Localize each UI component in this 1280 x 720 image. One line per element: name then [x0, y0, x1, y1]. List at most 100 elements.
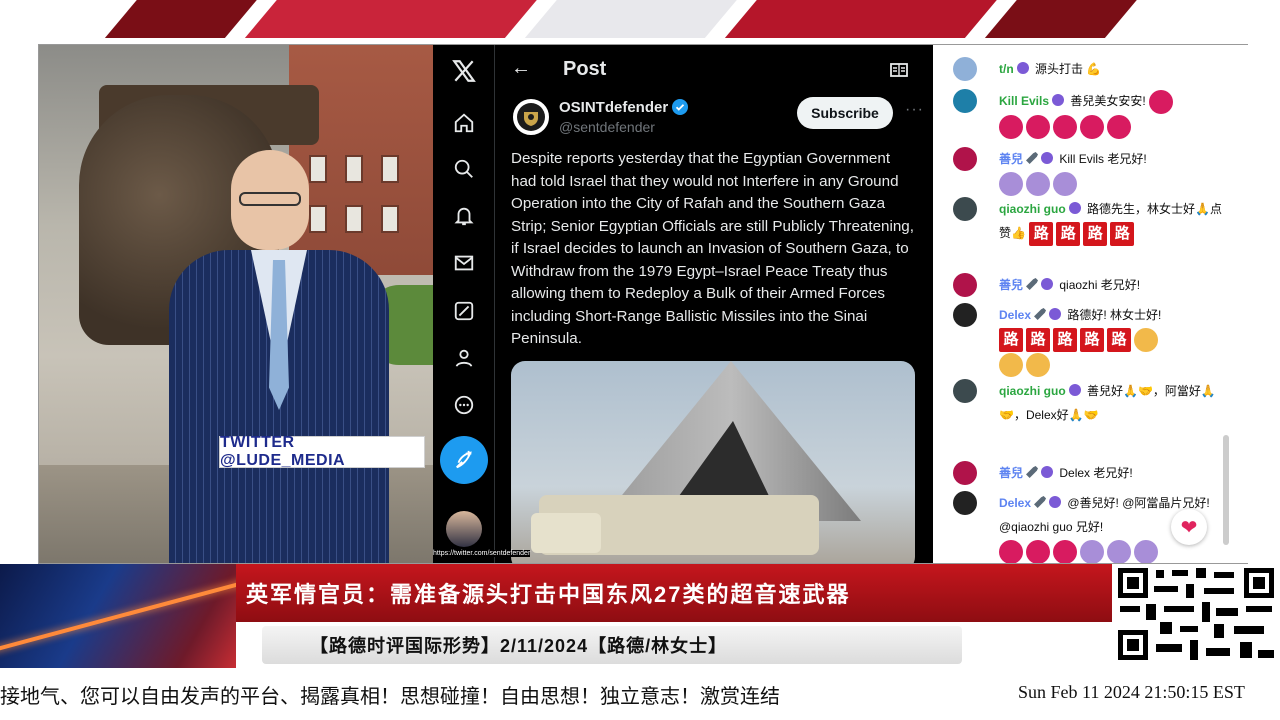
chat-message: Kill Evils 善兒美女安安! — [953, 89, 1233, 139]
chat-text: 路德好! 林女士好! — [1067, 308, 1162, 322]
chat-message: 善兒 Kill Evils 老兄好! — [953, 147, 1233, 197]
moderator-wrench-icon — [1026, 278, 1039, 290]
member-badge-icon — [1016, 62, 1029, 74]
chat-text: 源头打击 💪 — [1035, 62, 1102, 76]
chat-text: 善兒美女安安! — [1070, 94, 1146, 108]
avatar — [953, 461, 977, 485]
member-badge-icon — [1049, 496, 1062, 508]
lu-emoji: 路 — [1080, 327, 1104, 352]
live-chat: t/n 源头打击 💪 Kill Evils 善兒美女安安! 善兒 Kill Ev… — [933, 45, 1249, 563]
moderator-wrench-icon — [1034, 496, 1047, 508]
chat-text: Kill Evils 老兄好! — [1059, 152, 1147, 166]
member-badge-icon — [1052, 94, 1065, 106]
more-options-icon[interactable]: ··· — [905, 101, 924, 119]
grok-icon[interactable] — [448, 295, 480, 327]
verified-badge-icon — [672, 99, 689, 115]
chat-text: qiaozhi 老兄好! — [1059, 278, 1141, 292]
back-arrow-icon[interactable]: ← — [511, 57, 531, 80]
chat-author[interactable]: t/n — [999, 62, 1014, 76]
member-badge-icon — [1068, 384, 1081, 396]
mail-icon[interactable] — [448, 247, 480, 279]
moderator-wrench-icon — [1026, 152, 1039, 164]
reader-mode-icon[interactable] — [889, 60, 909, 80]
chat-author[interactable]: Delex — [999, 308, 1031, 322]
chat-message: Delex 路德好! 林女士好! 路路路路路 — [953, 303, 1233, 377]
video-frame: TWITTER @LUDE_MEDIA ← Post OSINTdefender… — [38, 44, 1249, 564]
heart-reaction-button[interactable]: ❤ — [1171, 509, 1207, 545]
x-post-content: ← Post OSINTdefender @sentdefender Subsc… — [495, 45, 933, 563]
avatar — [953, 57, 977, 81]
show-thumbnail — [0, 564, 266, 668]
avatar — [953, 303, 977, 327]
lu-emoji: 路 — [1110, 221, 1135, 246]
avatar — [953, 197, 977, 221]
chat-author[interactable]: Kill Evils — [999, 94, 1049, 108]
top-banner — [0, 0, 1280, 38]
author-name[interactable]: OSINTdefender — [559, 99, 689, 116]
heart-icon: ❤ — [1180, 516, 1198, 539]
member-badge-icon — [1041, 278, 1054, 290]
member-badge-icon — [1041, 152, 1054, 164]
avatar — [953, 379, 977, 403]
lu-emoji: 路 — [999, 327, 1023, 352]
lower-third: 英军情官员：需准备源头打击中国东风27类的超音速武器 【路德时评国际形势】2/1… — [0, 564, 1280, 668]
author-avatar[interactable] — [511, 97, 551, 137]
chat-message: qiaozhi guo 善兒好🙏🤝，阿當好🙏🤝，Delex好🙏🤝 — [953, 379, 1233, 453]
camera-feed: TWITTER @LUDE_MEDIA — [39, 45, 433, 563]
x-post-panel: ← Post OSINTdefender @sentdefender Subsc… — [433, 45, 933, 563]
compose-button[interactable] — [440, 436, 488, 484]
post-header: ← Post — [495, 45, 933, 95]
ticker-text: 接地气、您可以自由发声的平台、揭露真相！思想碰撞！自由思想！独立意志！激赏连结 — [0, 686, 780, 708]
avatar — [953, 147, 977, 171]
avatar — [953, 273, 977, 297]
member-badge-icon — [1041, 466, 1054, 478]
broadcast-clock: Sun Feb 11 2024 21:50:15 EST — [1018, 682, 1245, 702]
page-title: Post — [563, 58, 607, 80]
chat-text: Delex 老兄好! — [1059, 466, 1133, 480]
author-name-text: OSINTdefender — [559, 99, 669, 116]
avatar — [953, 491, 977, 515]
author-handle[interactable]: @sentdefender — [559, 119, 655, 135]
avatar — [953, 89, 977, 113]
presenter — [169, 150, 389, 563]
chat-author[interactable]: qiaozhi guo — [999, 202, 1066, 216]
profile-icon[interactable] — [448, 342, 480, 374]
lu-emoji: 路 — [1056, 221, 1081, 246]
chat-author[interactable]: qiaozhi guo — [999, 384, 1066, 398]
headline-bar: 英军情官员：需准备源头打击中国东风27类的超音速武器 — [236, 564, 1112, 622]
chat-author[interactable]: 善兒 — [999, 278, 1023, 292]
post-text: Despite reports yesterday that the Egypt… — [511, 150, 914, 347]
lu-emoji: 路 — [1026, 327, 1050, 352]
chat-author[interactable]: Delex — [999, 496, 1031, 510]
chat-message: 善兒 Delex 老兄好! — [953, 461, 1233, 485]
subtitle-bar: 【路德时评国际形势】2/11/2024【路德/林女士】 — [262, 626, 962, 664]
chat-message: 善兒 qiaozhi 老兄好! — [953, 273, 1233, 297]
member-badge-icon — [1049, 308, 1062, 320]
home-icon[interactable] — [448, 107, 480, 139]
lu-emoji: 路 — [1053, 327, 1077, 352]
moderator-wrench-icon — [1026, 466, 1039, 478]
chat-author[interactable]: 善兒 — [999, 466, 1023, 480]
x-nav-rail — [433, 45, 495, 563]
member-badge-icon — [1068, 202, 1081, 214]
status-url: https://twitter.com/sentdefender — [433, 550, 531, 557]
headline-text: 英军情官员：需准备源头打击中国东风27类的超音速武器 — [246, 582, 851, 607]
chat-author[interactable]: 善兒 — [999, 152, 1023, 166]
lu-emoji: 路 — [1029, 221, 1054, 246]
account-avatar[interactable] — [446, 511, 482, 547]
qr-code — [1114, 564, 1278, 664]
chat-scrollbar[interactable] — [1223, 435, 1229, 545]
x-logo-icon[interactable] — [448, 55, 480, 87]
more-circle-icon[interactable] — [448, 389, 480, 421]
stream-screen: TWITTER @LUDE_MEDIA ← Post OSINTdefender… — [0, 0, 1280, 720]
chat-message: qiaozhi guo 路德先生，林女士好🙏点赞👍 路路路路 — [953, 197, 1233, 267]
moderator-wrench-icon — [1034, 308, 1047, 320]
feather-icon — [456, 450, 472, 469]
post-media-image[interactable] — [511, 361, 915, 563]
lu-emoji: 路 — [1083, 221, 1108, 246]
bell-icon[interactable] — [448, 200, 480, 232]
subscribe-button[interactable]: Subscribe — [797, 97, 893, 129]
lu-emoji: 路 — [1107, 327, 1131, 352]
search-icon[interactable] — [448, 153, 480, 185]
subtitle-text: 【路德时评国际形势】2/11/2024【路德/林女士】 — [310, 636, 728, 656]
